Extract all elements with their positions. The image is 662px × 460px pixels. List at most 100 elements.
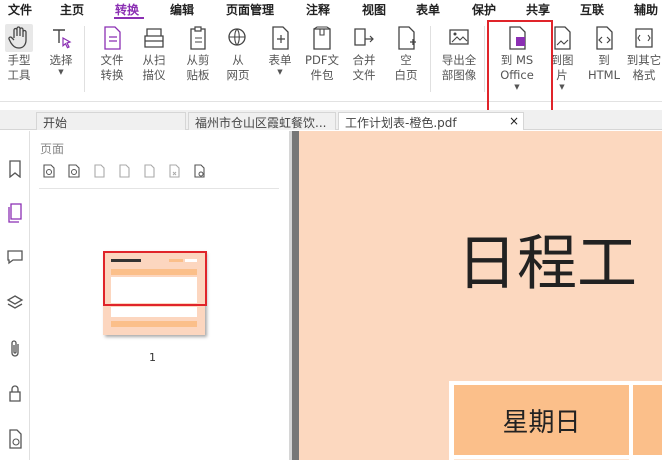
to-image-label-1: 到图 bbox=[550, 53, 574, 67]
document-view: 日程工 星期日 bbox=[299, 131, 662, 460]
thumbnail-selection-box bbox=[103, 251, 207, 306]
to-image-label-2: 片 bbox=[556, 68, 568, 82]
comment-icon[interactable] bbox=[5, 247, 25, 267]
ribbon-separator bbox=[84, 26, 85, 92]
export-all-images-label-1: 导出全 bbox=[441, 53, 477, 67]
file-convert-icon bbox=[98, 24, 126, 52]
clipboard-icon bbox=[184, 24, 212, 52]
other-formats-icon bbox=[630, 24, 658, 52]
tab-start[interactable]: 开始 bbox=[36, 112, 186, 130]
image-export-icon bbox=[445, 24, 473, 52]
export-all-images-button[interactable]: 导出全 部图像 bbox=[438, 24, 480, 83]
left-icon-rail bbox=[0, 131, 30, 460]
to-html-label-2: HTML bbox=[587, 68, 620, 82]
active-menu-underline bbox=[114, 17, 144, 19]
export-all-images-label-2: 部图像 bbox=[441, 68, 477, 82]
delete-page-icon[interactable] bbox=[166, 163, 182, 179]
panel-toolbar bbox=[41, 163, 207, 179]
menu-connect[interactable]: 互联 bbox=[580, 1, 604, 18]
form-dropdown-caret[interactable]: ▼ bbox=[277, 68, 282, 76]
page-number: 1 bbox=[149, 351, 156, 364]
zoom-in-thumbnail-icon[interactable] bbox=[41, 163, 57, 179]
ribbon-separator bbox=[484, 26, 485, 92]
office-doc-icon bbox=[503, 24, 531, 52]
merge-files-button[interactable]: 合并 文件 bbox=[346, 24, 382, 83]
from-scanner-label-1: 从扫 bbox=[142, 53, 166, 67]
tab-restaurant-doc[interactable]: 福州市仓山区霞虹餐饮... bbox=[188, 112, 336, 130]
schedule-table: 星期日 bbox=[449, 381, 662, 460]
table-header-label: 星期日 bbox=[502, 407, 581, 438]
to-ms-office-label-2: Office bbox=[500, 68, 534, 82]
blank-page-button[interactable]: 空 白页 bbox=[390, 24, 422, 83]
hand-tool-label-2: 工具 bbox=[7, 68, 31, 82]
form-icon bbox=[266, 24, 294, 52]
document-heading: 日程工 bbox=[457, 229, 637, 299]
pdf-package-label-2: 件包 bbox=[310, 68, 334, 82]
menu-convert[interactable]: 转换 bbox=[115, 1, 139, 18]
menu-page-manage[interactable]: 页面管理 bbox=[226, 1, 274, 18]
to-html-button[interactable]: 到 HTML bbox=[586, 24, 622, 83]
menu-home[interactable]: 主页 bbox=[60, 1, 84, 18]
menu-form[interactable]: 表单 bbox=[416, 1, 440, 18]
from-scanner-button[interactable]: 从扫 描仪 bbox=[134, 24, 174, 83]
page-thumbnail-panel: 页面 1 bbox=[31, 131, 289, 460]
from-scanner-label-2: 描仪 bbox=[142, 68, 166, 82]
attachment-icon[interactable] bbox=[5, 339, 25, 359]
pdf-package-button[interactable]: PDF文 件包 bbox=[302, 24, 342, 83]
menu-share[interactable]: 共享 bbox=[526, 1, 550, 18]
from-webpage-label-2: 网页 bbox=[226, 68, 250, 82]
select-dropdown-caret[interactable]: ▼ bbox=[58, 68, 63, 76]
panel-splitter[interactable] bbox=[289, 131, 299, 460]
bookmark-icon[interactable] bbox=[5, 159, 25, 179]
pages-thumbnail-icon[interactable] bbox=[5, 203, 25, 223]
rotate-left-icon[interactable] bbox=[91, 163, 107, 179]
insert-page-icon[interactable] bbox=[141, 163, 157, 179]
to-image-dropdown-caret[interactable]: ▼ bbox=[559, 83, 564, 91]
security-lock-icon[interactable] bbox=[5, 383, 25, 403]
to-other-formats-button[interactable]: 到其它 格式 bbox=[626, 24, 662, 83]
from-clipboard-button[interactable]: 从剪 贴板 bbox=[178, 24, 218, 83]
menu-annotate[interactable]: 注释 bbox=[306, 1, 330, 18]
blank-page-label-2: 白页 bbox=[394, 68, 418, 82]
to-html-label-1: 到 bbox=[598, 53, 610, 67]
table-header-cell: 星期日 bbox=[454, 385, 629, 455]
zoom-out-thumbnail-icon[interactable] bbox=[66, 163, 82, 179]
hand-tool-button[interactable]: 手型 工具 bbox=[4, 24, 34, 83]
tab-work-plan-label: 工作计划表-橙色.pdf bbox=[345, 116, 457, 130]
close-icon[interactable]: × bbox=[509, 114, 519, 128]
layers-icon[interactable] bbox=[5, 293, 25, 313]
html-icon bbox=[590, 24, 618, 52]
pdf-package-label-1: PDF文 bbox=[305, 53, 339, 67]
merge-icon bbox=[350, 24, 378, 52]
ribbon-toolbar: 手型 工具 选择 ▼ 文件 转换 从扫 描仪 从剪 贴板 从 网页 表单 ▼ P… bbox=[0, 20, 662, 102]
select-tool-label: 选择 bbox=[49, 53, 73, 67]
tab-work-plan[interactable]: 工作计划表-橙色.pdf × bbox=[338, 112, 524, 130]
menu-accessibility[interactable]: 辅助 bbox=[634, 1, 658, 18]
menu-edit[interactable]: 编辑 bbox=[170, 1, 194, 18]
rotate-right-icon[interactable] bbox=[116, 163, 132, 179]
to-image-icon bbox=[548, 24, 576, 52]
merge-files-label-1: 合并 bbox=[352, 53, 376, 67]
from-clipboard-label-1: 从剪 bbox=[186, 53, 210, 67]
form-button[interactable]: 表单 ▼ bbox=[264, 24, 296, 76]
to-ms-office-button[interactable]: 到 MS Office ▼ bbox=[492, 24, 542, 91]
merge-files-label-2: 文件 bbox=[352, 68, 376, 82]
blank-page-label-1: 空 bbox=[400, 53, 412, 67]
from-webpage-label-1: 从 bbox=[232, 53, 244, 67]
menu-protect[interactable]: 保护 bbox=[472, 1, 496, 18]
menu-file[interactable]: 文件 bbox=[8, 1, 32, 18]
panel-title: 页面 bbox=[40, 142, 65, 156]
to-image-button[interactable]: 到图 片 ▼ bbox=[546, 24, 578, 91]
file-convert-button[interactable]: 文件 转换 bbox=[92, 24, 132, 83]
menu-view[interactable]: 视图 bbox=[362, 1, 386, 18]
from-webpage-button[interactable]: 从 网页 bbox=[222, 24, 254, 83]
page-properties-icon[interactable] bbox=[191, 163, 207, 179]
ribbon-separator bbox=[430, 26, 431, 92]
file-convert-label-1: 文件 bbox=[100, 53, 124, 67]
select-tool-button[interactable]: 选择 ▼ bbox=[44, 24, 78, 76]
signature-doc-icon[interactable] bbox=[5, 429, 25, 449]
to-ms-office-dropdown-caret[interactable]: ▼ bbox=[514, 83, 519, 91]
to-other-formats-label-1: 到其它 bbox=[626, 53, 662, 67]
scanner-icon bbox=[140, 24, 168, 52]
to-ms-office-label-1: 到 MS bbox=[500, 53, 534, 67]
